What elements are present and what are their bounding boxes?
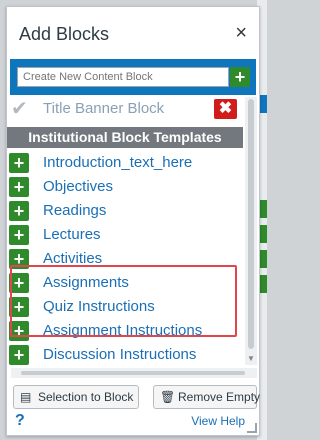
template-label[interactable]: Assignments [43,274,129,291]
add-icon[interactable]: + [9,153,29,173]
add-icon[interactable]: + [9,297,29,317]
close-icon[interactable]: × [235,23,247,43]
template-label[interactable]: Readings [43,202,106,219]
selection-to-block-button[interactable]: ▤ Selection to Block [13,385,139,409]
section-header: Institutional Block Templates [7,127,243,148]
resize-handle[interactable] [247,423,257,433]
template-label[interactable]: Quiz Instructions [43,298,155,315]
template-row[interactable]: + Activities [7,247,243,271]
template-row[interactable]: + Lectures [7,223,243,247]
add-icon[interactable]: + [9,249,29,269]
trash-icon: 🗑 [160,390,176,404]
view-help-link[interactable]: View Help [191,414,245,428]
remove-block-button[interactable]: ✖ [214,99,237,119]
panel-title: Add Blocks [19,24,110,44]
add-icon[interactable]: + [9,345,29,365]
scrollbar-thumb[interactable] [248,99,254,349]
selection-to-block-label: Selection to Block [38,390,134,404]
block-icon: ▤ [20,390,32,404]
template-row[interactable]: + Quiz Instructions [7,295,243,319]
add-icon[interactable]: + [9,273,29,293]
add-icon[interactable]: + [9,321,29,341]
template-row[interactable]: + Assignments [7,271,243,295]
template-row[interactable]: + Readings [7,199,243,223]
panel-header: Add Blocks × [7,7,259,59]
add-icon[interactable]: + [9,225,29,245]
background-bar [259,200,267,218]
background-bar [259,275,267,293]
background-bar [259,250,267,268]
blocks-list: ✔ Title Banner Block ✖ Institutional Blo… [7,97,259,365]
template-label[interactable]: Lectures [43,226,101,243]
add-icon[interactable]: + [9,177,29,197]
add-blocks-panel: Add Blocks × + ✔ Title Banner Block ✖ In… [6,6,260,436]
template-row[interactable]: + Discussion Instructions [7,343,243,367]
template-label[interactable]: Assignment Instructions [43,322,202,339]
background-bar [259,95,267,113]
create-block-input[interactable] [17,67,229,87]
check-icon: ✔ [11,98,28,120]
scrollbar-thumb[interactable] [21,371,245,375]
remove-empty-label: Remove Empty [178,390,261,404]
template-label[interactable]: Discussion Instructions [43,346,196,363]
template-row[interactable]: + Assignment Instructions [7,319,243,343]
template-label[interactable]: Objectives [43,178,113,195]
horizontal-scrollbar[interactable] [11,368,257,378]
add-icon[interactable]: + [9,201,29,221]
vertical-scrollbar[interactable]: ▼ [245,97,257,365]
create-block-bar: + [10,59,256,95]
help-icon[interactable]: ? [15,412,25,430]
remove-empty-button[interactable]: 🗑 Remove Empty [153,385,261,409]
scroll-down-arrow-icon[interactable]: ▼ [247,355,255,363]
template-row[interactable]: + Objectives [7,175,243,199]
template-row[interactable]: + Introduction_text_here [7,151,243,175]
template-label[interactable]: Activities [43,250,102,267]
create-block-add-button[interactable]: + [230,67,250,87]
template-label[interactable]: Introduction_text_here [43,154,192,171]
title-banner-row[interactable]: ✔ Title Banner Block ✖ [7,97,243,121]
background-bar [259,225,267,243]
title-banner-label: Title Banner Block [43,100,165,117]
